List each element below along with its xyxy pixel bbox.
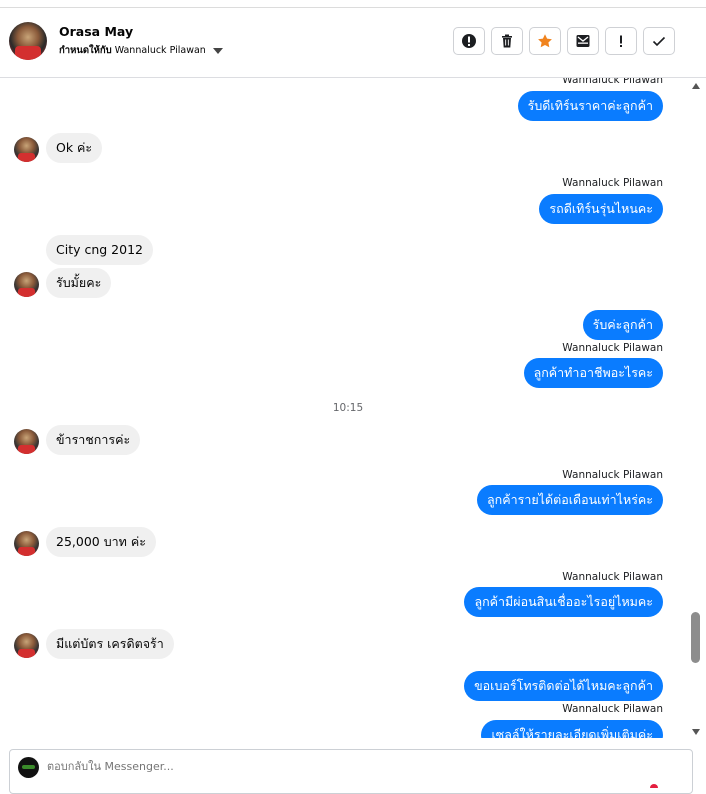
mark-spam-button[interactable] bbox=[453, 27, 485, 55]
page-avatar bbox=[18, 757, 39, 778]
scroll-down-arrow-icon[interactable] bbox=[692, 729, 700, 735]
contact-avatar-small bbox=[14, 272, 39, 297]
message-bubble-outgoing[interactable]: รถดีเทิร์นรุ่นไหนคะ bbox=[539, 194, 663, 224]
contact-avatar-small bbox=[14, 531, 39, 556]
caret-down-icon bbox=[212, 47, 223, 54]
notification-dot bbox=[650, 784, 658, 788]
message-sender: Wannaluck Pilawan bbox=[562, 703, 663, 715]
conversation-toolbar bbox=[453, 27, 675, 55]
alert-circle-icon bbox=[462, 34, 476, 48]
message-bubble-outgoing[interactable]: ลูกค้าทำอาชีพอะไรคะ bbox=[523, 358, 663, 388]
check-icon bbox=[652, 36, 666, 47]
message-bubble-incoming[interactable]: มีแต่บัตร เครดิตจร้า bbox=[46, 629, 174, 659]
assignment-selector[interactable]: กำหนดให้กับ Wannaluck Pilawan bbox=[59, 43, 223, 58]
exclamation-icon bbox=[620, 35, 622, 47]
star-icon bbox=[538, 34, 552, 48]
star-button[interactable] bbox=[529, 27, 561, 55]
delete-button[interactable] bbox=[491, 27, 523, 55]
message-thread: Wannaluck Pilawan รับดีเทิร์นราคาค่ะลูกค… bbox=[0, 78, 688, 738]
assigned-agent: Wannaluck Pilawan bbox=[114, 45, 206, 56]
message-bubble-outgoing[interactable]: ขอเบอร์โทรติดต่อได้ไหมคะลูกค้า bbox=[464, 671, 663, 701]
message-sender: Wannaluck Pilawan bbox=[562, 78, 663, 86]
envelope-icon bbox=[576, 35, 590, 47]
assigned-label: กำหนดให้กับ bbox=[59, 45, 112, 56]
contact-avatar[interactable] bbox=[9, 22, 47, 60]
message-bubble-incoming[interactable]: ข้าราชการค่ะ bbox=[46, 425, 141, 455]
message-sender: Wannaluck Pilawan bbox=[562, 342, 663, 354]
reply-composer[interactable] bbox=[9, 749, 693, 794]
message-timestamp: 10:15 bbox=[332, 402, 364, 414]
trash-icon bbox=[502, 34, 512, 48]
message-bubble-incoming[interactable]: 25,000 บาท ค่ะ bbox=[46, 527, 156, 557]
scroll-up-arrow-icon[interactable] bbox=[692, 83, 700, 89]
conversation-header: Orasa May กำหนดให้กับ Wannaluck Pilawan bbox=[0, 8, 706, 78]
message-bubble-outgoing[interactable]: ลูกค้ามีผ่อนสินเชื่ออะไรอยู่ไหมคะ bbox=[464, 587, 663, 617]
message-bubble-outgoing[interactable]: เซลล์ให้รายละเอียดเพิ่มเติมค่ะ bbox=[481, 720, 663, 738]
message-sender: Wannaluck Pilawan bbox=[562, 469, 663, 481]
reply-input[interactable] bbox=[47, 760, 647, 773]
contact-avatar-small bbox=[14, 633, 39, 658]
mark-done-button[interactable] bbox=[643, 27, 675, 55]
scrollbar-thumb[interactable] bbox=[691, 612, 700, 663]
message-bubble-outgoing[interactable]: รับค่ะลูกค้า bbox=[582, 310, 663, 340]
message-bubble-outgoing[interactable]: ลูกค้ารายได้ต่อเดือนเท่าไหร่คะ bbox=[477, 485, 663, 515]
message-sender: Wannaluck Pilawan bbox=[562, 177, 663, 189]
mark-unread-button[interactable] bbox=[567, 27, 599, 55]
follow-up-button[interactable] bbox=[605, 27, 637, 55]
contact-avatar-small bbox=[14, 429, 39, 454]
message-sender: Wannaluck Pilawan bbox=[562, 571, 663, 583]
message-bubble-incoming[interactable]: City cng 2012 bbox=[46, 235, 153, 265]
contact-avatar-small bbox=[14, 137, 39, 162]
contact-name[interactable]: Orasa May bbox=[59, 24, 133, 39]
window-top-edge bbox=[0, 0, 706, 8]
message-bubble-outgoing[interactable]: รับดีเทิร์นราคาค่ะลูกค้า bbox=[517, 91, 663, 121]
message-bubble-incoming[interactable]: รับมั้ยคะ bbox=[46, 268, 112, 298]
message-bubble-incoming[interactable]: Ok ค่ะ bbox=[46, 133, 103, 163]
